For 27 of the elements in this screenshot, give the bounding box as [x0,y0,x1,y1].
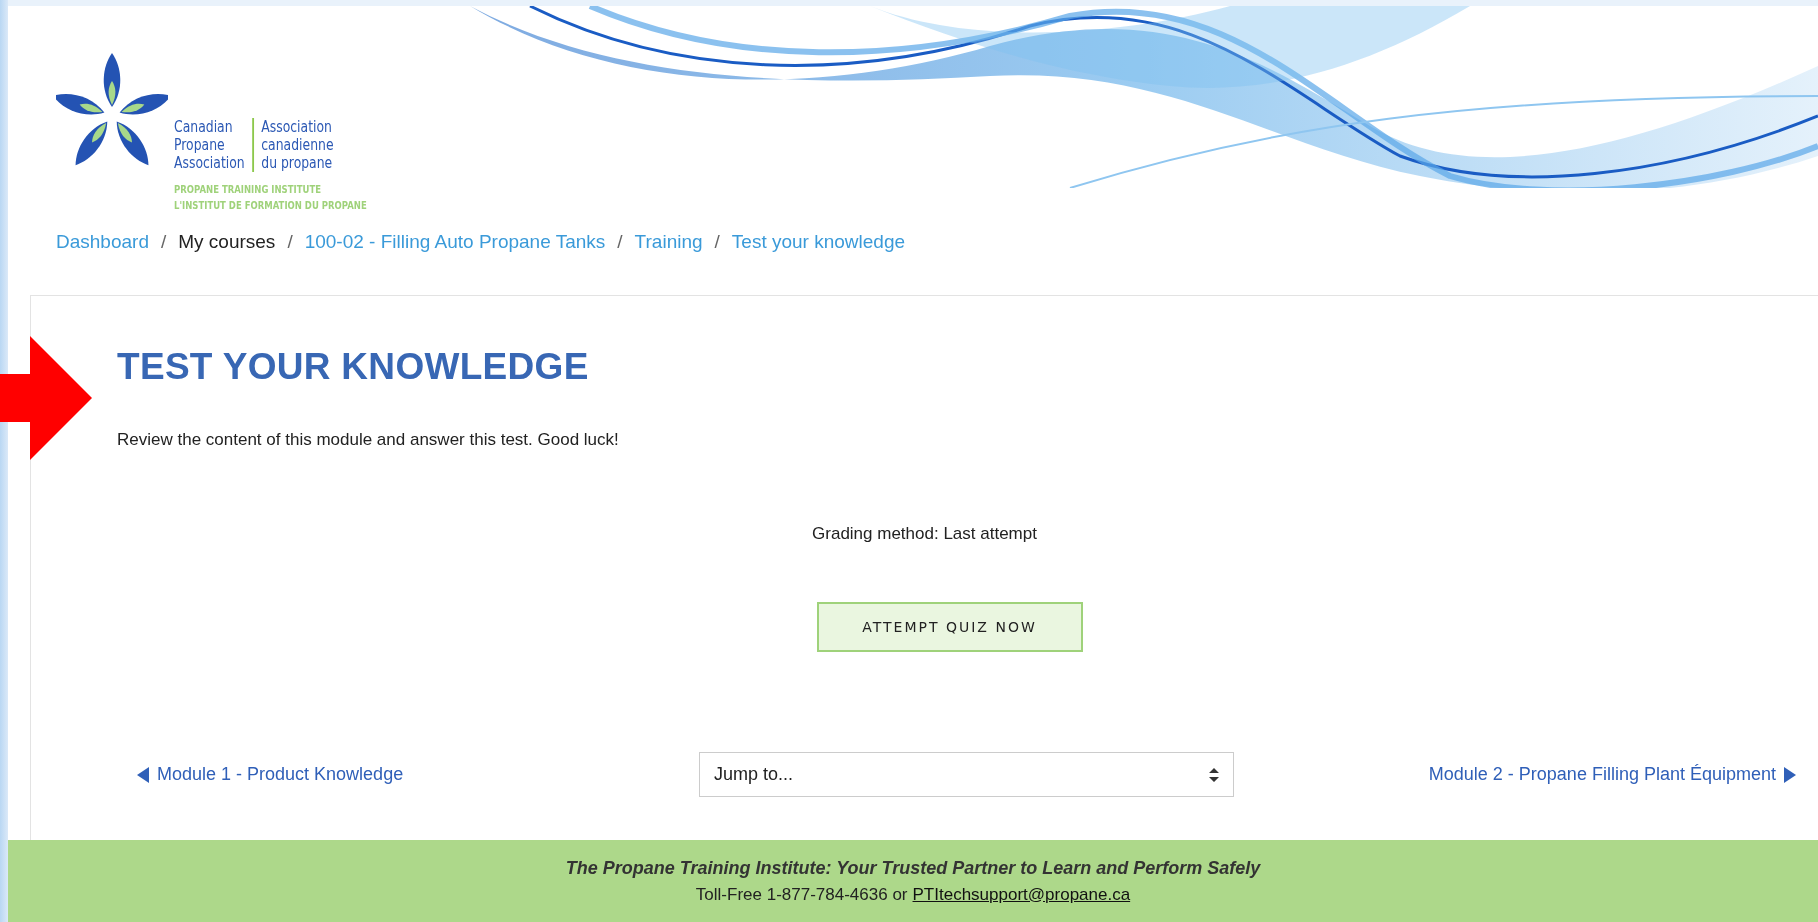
logo-english-name: Canadian Propane Association [174,118,254,172]
page-description: Review the content of this module and answer this test. Good luck! [117,430,620,450]
grading-method-text: Grading method: Last attempt [811,524,1038,544]
breadcrumb-separator: / [287,231,293,253]
previous-module-link[interactable]: Module 1 - Product Knowledge [137,764,404,785]
breadcrumb-link[interactable]: Training [634,231,703,253]
breadcrumb-separator: / [617,231,623,253]
attempt-quiz-button[interactable]: ATTEMPT QUIZ NOW [816,602,1083,652]
arrow-icon [0,336,92,460]
caret-left-icon [137,766,149,783]
breadcrumb-link[interactable]: Dashboard [56,231,149,253]
logo-french-name: Association canadienne du propane [260,118,334,172]
caret-right-icon [1784,766,1796,783]
logo-tagline: PROPANE TRAINING INSTITUTE [174,183,322,197]
footer-tagline: The Propane Training Institute: Your Trusted Partner to Learn and Perform Safely [565,857,1261,879]
breadcrumb-text: My courses [178,231,276,253]
next-module-link[interactable]: Module 2 - Propane Filling Plant Équipment [1428,764,1796,785]
breadcrumb-separator: / [160,231,167,253]
breadcrumb-separator: / [714,231,720,253]
support-email-link[interactable]: PTItechsupport@propane.ca [912,884,1131,905]
breadcrumb-link[interactable]: Test your knowledge [731,231,906,253]
footer-contact-text: Toll-Free 1-877-784-4636 or [695,884,908,905]
jump-to-select[interactable]: Jump to... [699,752,1234,797]
page-title: TEST YOUR KNOWLEDGE [117,346,590,388]
breadcrumb-link[interactable]: 100-02 - Filling Auto Propane Tanks [304,231,606,253]
up-down-caret-icon [1209,767,1219,782]
logo-tagline: L'INSTITUT DE FORMATION DU PROPANE [174,199,367,213]
